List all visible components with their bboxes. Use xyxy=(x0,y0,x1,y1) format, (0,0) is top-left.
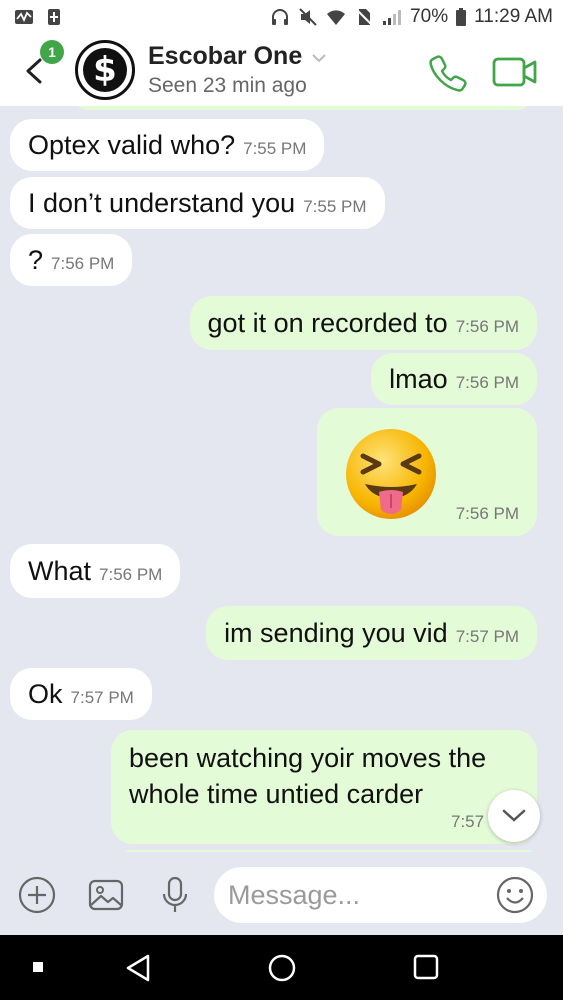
message-text-line: been watching yoir moves the xyxy=(129,743,487,773)
message-text: Optex valid who? xyxy=(28,129,236,160)
message-composer: Message... xyxy=(0,855,563,935)
message-text-line: whole time untied carder xyxy=(129,779,424,809)
message-bubble[interactable]: been watching yoir moves the whole time … xyxy=(111,730,537,844)
message-time: 7:56 PM xyxy=(51,254,115,273)
signal-icon xyxy=(383,10,402,25)
message-text: I don’t understand you xyxy=(28,187,296,218)
message-bubble[interactable]: ? 7:56 PM xyxy=(10,234,133,286)
chevron-down-icon[interactable] xyxy=(311,52,327,64)
contact-name[interactable]: Escobar One xyxy=(148,42,302,71)
message-time: 7:56 PM xyxy=(455,373,519,392)
clock: 11:29 AM xyxy=(474,6,553,27)
emoji-message-bubble[interactable]: 7:56 PM xyxy=(317,408,537,536)
message-bubble[interactable]: im sending you vid 7:57 PM xyxy=(206,606,537,660)
battery-charge-icon xyxy=(48,9,60,25)
message-text: lmao xyxy=(389,363,448,394)
scroll-to-bottom-button[interactable] xyxy=(488,790,540,842)
battery-percent: 70% xyxy=(410,6,449,27)
message-time: 7:57 xyxy=(451,812,485,831)
message-input-placeholder: Message... xyxy=(228,880,361,910)
message-bubble[interactable]: Optex valid who? 7:55 PM xyxy=(10,119,325,171)
wifi-icon xyxy=(327,10,346,25)
message-time: 7:57 PM xyxy=(455,627,519,646)
video-call-icon[interactable] xyxy=(492,54,538,90)
message-list[interactable]: Optex valid who? 7:55 PM I don’t underst… xyxy=(0,106,563,852)
no-sim-icon xyxy=(355,8,373,26)
overview-square-icon[interactable] xyxy=(412,953,440,981)
add-icon[interactable] xyxy=(17,875,57,915)
message-time: 7:56 PM xyxy=(455,504,519,523)
recent-dot-icon[interactable] xyxy=(32,961,44,973)
message-bubble[interactable]: What 7:56 PM xyxy=(10,544,181,598)
activity-icon xyxy=(15,10,33,24)
message-bubble[interactable]: Ok 7:57 PM xyxy=(10,668,152,720)
message-text: What xyxy=(28,555,92,586)
message-time: 7:57 PM xyxy=(70,688,134,707)
message-bubble[interactable]: got it on recorded to 7:56 PM xyxy=(189,296,537,350)
message-time: 7:55 PM xyxy=(303,197,367,216)
unread-badge: 1 xyxy=(40,40,64,64)
chevron-down-icon xyxy=(502,809,526,822)
chat-header: 1 $ Escobar One Seen 23 min ago xyxy=(0,36,563,106)
message-text: got it on recorded to xyxy=(207,307,448,338)
microphone-icon[interactable] xyxy=(155,875,195,915)
squinting-tongue-emoji-icon xyxy=(346,429,436,519)
message-text: im sending you vid xyxy=(224,617,448,648)
contact-status: Seen 23 min ago xyxy=(148,74,307,97)
message-bubble[interactable]: I don’t understand you 7:55 PM xyxy=(10,177,385,229)
avatar[interactable]: $ xyxy=(75,40,135,100)
home-circle-icon[interactable] xyxy=(267,953,297,983)
message-time: 7:56 PM xyxy=(455,317,519,336)
message-bubble-partial xyxy=(120,850,537,852)
phone-call-icon[interactable] xyxy=(428,52,468,92)
system-nav-bar xyxy=(0,935,563,1000)
message-bubble[interactable]: lmao 7:56 PM xyxy=(371,353,537,405)
message-time: 7:55 PM xyxy=(243,139,307,158)
gallery-icon[interactable] xyxy=(86,875,126,915)
mute-icon xyxy=(299,8,317,26)
headphones-icon xyxy=(272,9,289,25)
message-input[interactable]: Message... xyxy=(214,867,547,923)
message-time: 7:56 PM xyxy=(99,565,163,584)
message-text: ? xyxy=(28,244,44,275)
emoji-icon[interactable] xyxy=(495,875,535,915)
status-bar: 70% 11:29 AM xyxy=(0,0,563,36)
back-triangle-icon[interactable] xyxy=(124,953,152,983)
message-bubble-partial xyxy=(75,106,530,110)
dollar-icon: $ xyxy=(83,48,127,92)
message-text: Ok xyxy=(28,678,63,709)
battery-icon xyxy=(456,8,467,26)
